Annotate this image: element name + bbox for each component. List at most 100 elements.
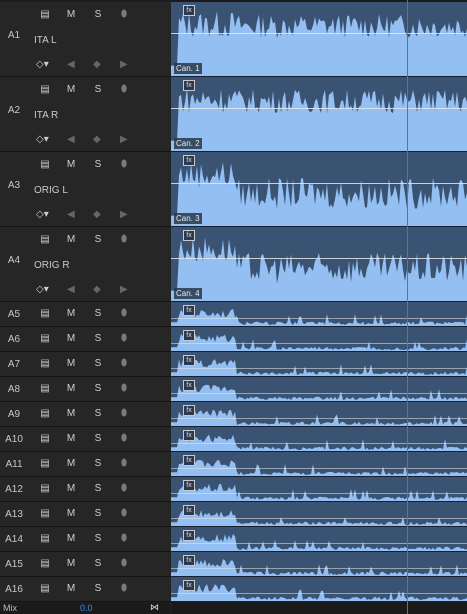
volume-rubber-band[interactable] — [171, 418, 467, 419]
solo-button[interactable]: S — [90, 502, 106, 526]
mute-button[interactable]: M — [63, 427, 79, 451]
microphone-icon[interactable]: ⬮ — [116, 228, 132, 252]
show-keyframes-icon[interactable]: ◇▾ — [36, 205, 49, 225]
mute-button[interactable]: M — [63, 502, 79, 526]
clip-fx-badge-icon[interactable]: fx — [183, 405, 195, 416]
solo-button[interactable]: S — [90, 477, 106, 501]
mute-button[interactable]: M — [63, 327, 79, 351]
keyframe-diamond-icon[interactable]: ◆ — [93, 280, 101, 300]
prev-keyframe-icon[interactable]: ◀ — [67, 55, 75, 75]
solo-button[interactable]: S — [90, 427, 106, 451]
mute-button[interactable]: M — [63, 3, 79, 27]
show-keyframes-icon[interactable]: ◇▾ — [36, 55, 49, 75]
mute-button[interactable]: M — [63, 477, 79, 501]
mix-volume-value[interactable]: 0.0 — [80, 603, 93, 614]
prev-keyframe-icon[interactable]: ◀ — [67, 205, 75, 225]
microphone-icon[interactable]: ⬮ — [116, 153, 132, 177]
keyframe-diamond-icon[interactable]: ◆ — [93, 205, 101, 225]
timeline-tracks-area[interactable]: fx Can. 1 fx Can. 2 fx Can. 3 fx Can. 4 fx fx fx fx… — [171, 0, 467, 614]
clip-fx-badge-icon[interactable]: fx — [183, 505, 195, 516]
clip-fx-badge-icon[interactable]: fx — [183, 230, 195, 241]
solo-button[interactable]: S — [90, 577, 106, 601]
volume-rubber-band[interactable] — [171, 258, 467, 259]
volume-rubber-band[interactable] — [171, 183, 467, 184]
volume-rubber-band[interactable] — [171, 593, 467, 594]
microphone-icon[interactable]: ⬮ — [116, 477, 132, 501]
clip-fx-badge-icon[interactable]: fx — [183, 580, 195, 591]
volume-rubber-band[interactable] — [171, 343, 467, 344]
toggle-sync-icon[interactable]: ▤ — [37, 78, 53, 102]
microphone-icon[interactable]: ⬮ — [116, 452, 132, 476]
audio-clip-a1[interactable]: fx Can. 1 — [171, 2, 467, 77]
mute-button[interactable]: M — [63, 153, 79, 177]
audio-clip-a10[interactable]: fx — [171, 427, 467, 452]
track-name[interactable]: ITA R — [34, 110, 58, 121]
volume-rubber-band[interactable] — [171, 518, 467, 519]
audio-clip-a7[interactable]: fx — [171, 352, 467, 377]
clip-fx-badge-icon[interactable]: fx — [183, 430, 195, 441]
audio-clip-a13[interactable]: fx — [171, 502, 467, 527]
audio-clip-a16[interactable]: fx — [171, 577, 467, 602]
microphone-icon[interactable]: ⬮ — [116, 502, 132, 526]
audio-clip-a2[interactable]: fx Can. 2 — [171, 77, 467, 152]
mute-button[interactable]: M — [63, 302, 79, 326]
audio-clip-a6[interactable]: fx — [171, 327, 467, 352]
microphone-icon[interactable]: ⬮ — [116, 377, 132, 401]
solo-button[interactable]: S — [90, 452, 106, 476]
toggle-sync-icon[interactable]: ▤ — [37, 452, 53, 476]
toggle-sync-icon[interactable]: ▤ — [37, 427, 53, 451]
volume-rubber-band[interactable] — [171, 393, 467, 394]
solo-button[interactable]: S — [90, 78, 106, 102]
toggle-sync-icon[interactable]: ▤ — [37, 352, 53, 376]
mute-button[interactable]: M — [63, 377, 79, 401]
solo-button[interactable]: S — [90, 402, 106, 426]
solo-button[interactable]: S — [90, 302, 106, 326]
volume-rubber-band[interactable] — [171, 443, 467, 444]
microphone-icon[interactable]: ⬮ — [116, 327, 132, 351]
volume-rubber-band[interactable] — [171, 468, 467, 469]
audio-clip-a3[interactable]: fx Can. 3 — [171, 152, 467, 227]
solo-button[interactable]: S — [90, 552, 106, 576]
microphone-icon[interactable]: ⬮ — [116, 552, 132, 576]
toggle-sync-icon[interactable]: ▤ — [37, 302, 53, 326]
microphone-icon[interactable]: ⬮ — [116, 78, 132, 102]
playhead[interactable] — [407, 0, 408, 614]
audio-clip-a4[interactable]: fx Can. 4 — [171, 227, 467, 302]
track-name[interactable]: ITA L — [34, 35, 57, 46]
volume-rubber-band[interactable] — [171, 318, 467, 319]
microphone-icon[interactable]: ⬮ — [116, 3, 132, 27]
clip-fx-badge-icon[interactable]: fx — [183, 555, 195, 566]
volume-rubber-band[interactable] — [171, 108, 467, 109]
keyframe-diamond-icon[interactable]: ◆ — [93, 55, 101, 75]
audio-clip-a14[interactable]: fx — [171, 527, 467, 552]
solo-button[interactable]: S — [90, 3, 106, 27]
toggle-sync-icon[interactable]: ▤ — [37, 502, 53, 526]
audio-clip-a11[interactable]: fx — [171, 452, 467, 477]
clip-fx-badge-icon[interactable]: fx — [183, 80, 195, 91]
next-keyframe-icon[interactable]: ▶ — [120, 280, 128, 300]
solo-button[interactable]: S — [90, 228, 106, 252]
clip-fx-badge-icon[interactable]: fx — [183, 530, 195, 541]
audio-clip-a8[interactable]: fx — [171, 377, 467, 402]
mute-button[interactable]: M — [63, 78, 79, 102]
track-name[interactable]: ORIG R — [34, 260, 70, 271]
audio-clip-a15[interactable]: fx — [171, 552, 467, 577]
toggle-sync-icon[interactable]: ▤ — [37, 477, 53, 501]
keyframe-diamond-icon[interactable]: ◆ — [93, 130, 101, 150]
solo-button[interactable]: S — [90, 527, 106, 551]
mute-button[interactable]: M — [63, 452, 79, 476]
toggle-sync-icon[interactable]: ▤ — [37, 228, 53, 252]
microphone-icon[interactable]: ⬮ — [116, 427, 132, 451]
prev-keyframe-icon[interactable]: ◀ — [67, 280, 75, 300]
clip-fx-badge-icon[interactable]: fx — [183, 155, 195, 166]
toggle-sync-icon[interactable]: ▤ — [37, 577, 53, 601]
toggle-sync-icon[interactable]: ▤ — [37, 377, 53, 401]
clip-fx-badge-icon[interactable]: fx — [183, 5, 195, 16]
mute-button[interactable]: M — [63, 552, 79, 576]
toggle-sync-icon[interactable]: ▤ — [37, 527, 53, 551]
solo-button[interactable]: S — [90, 327, 106, 351]
microphone-icon[interactable]: ⬮ — [116, 577, 132, 601]
prev-keyframe-icon[interactable]: ◀ — [67, 130, 75, 150]
show-keyframes-icon[interactable]: ◇▾ — [36, 280, 49, 300]
mute-button[interactable]: M — [63, 577, 79, 601]
